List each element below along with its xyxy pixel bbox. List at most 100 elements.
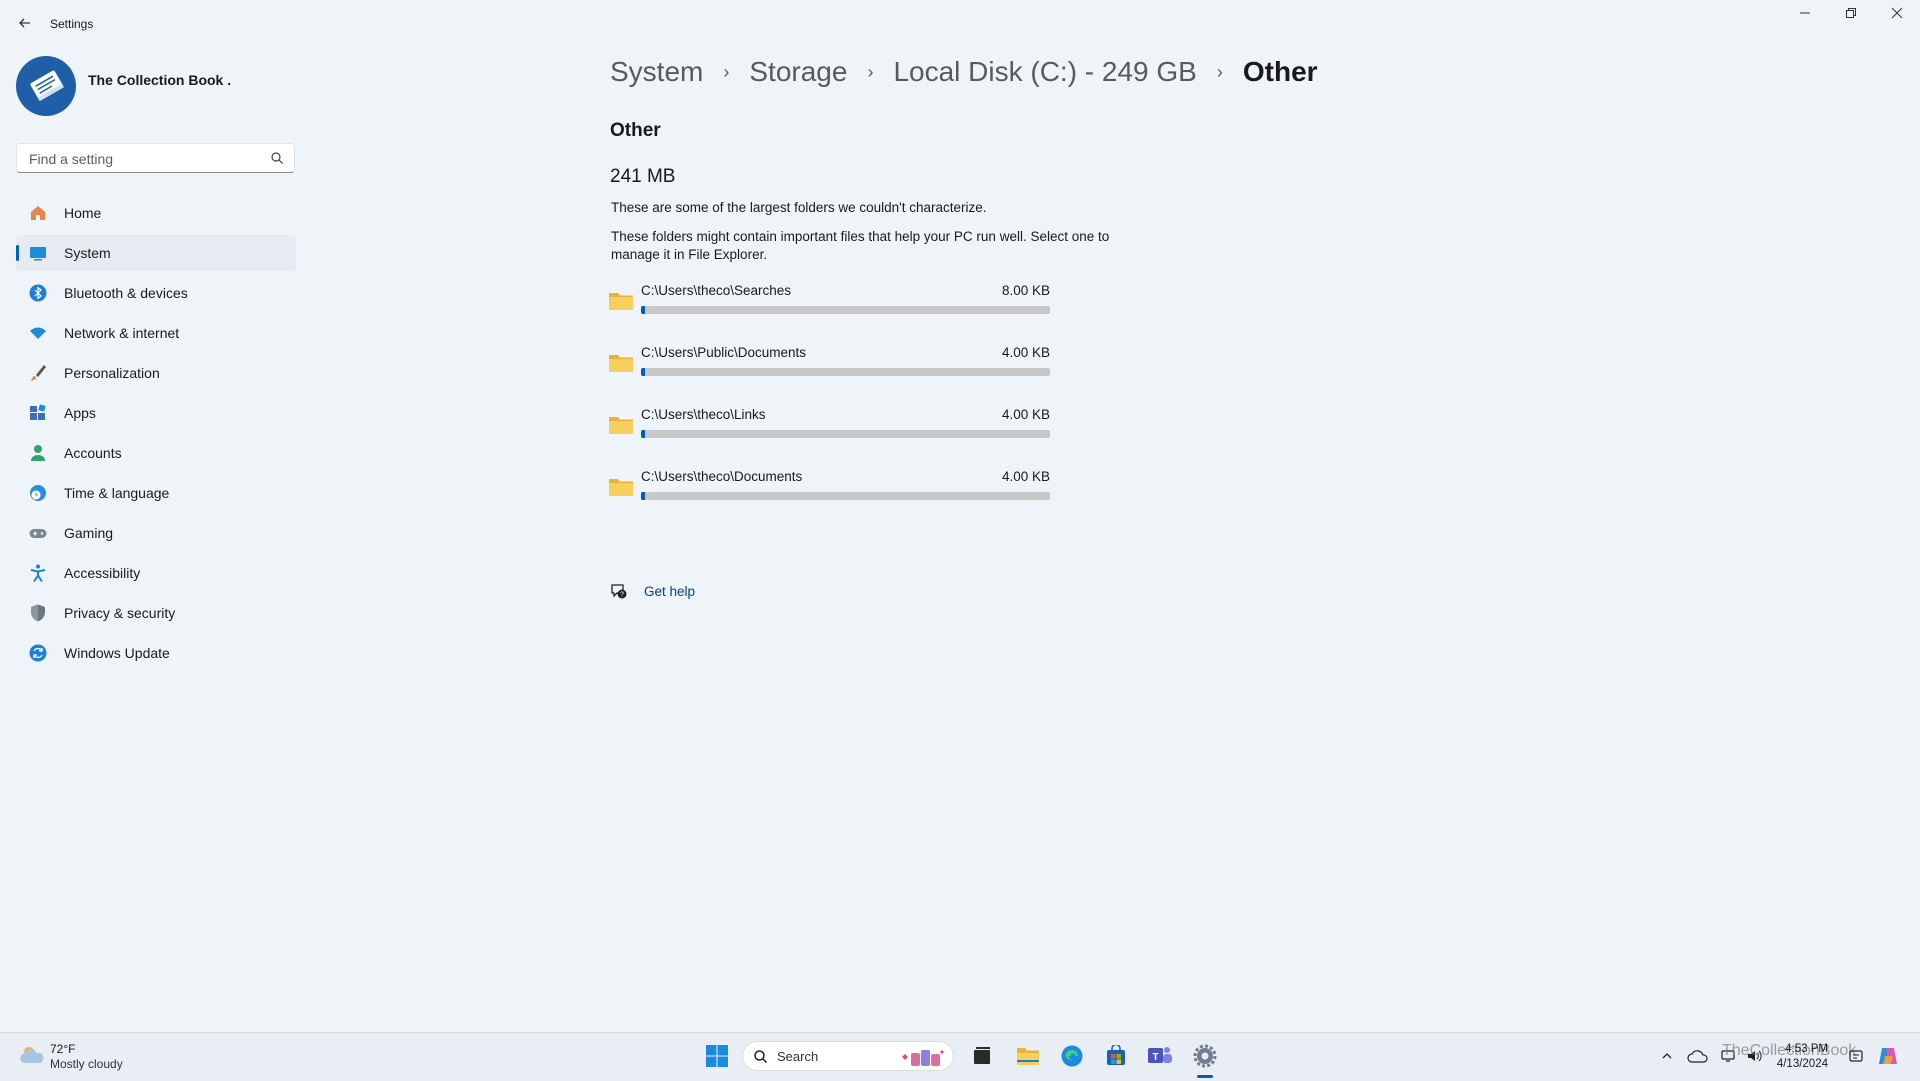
sidebar-item-label: Apps bbox=[64, 405, 96, 421]
sidebar-item-time-language[interactable]: Time & language bbox=[16, 475, 296, 511]
shield-icon bbox=[28, 603, 48, 623]
folder-path: C:\Users\theco\Searches bbox=[641, 283, 792, 298]
sidebar-item-apps[interactable]: Apps bbox=[16, 395, 296, 431]
brush-icon bbox=[28, 363, 48, 383]
sidebar-item-personalization[interactable]: Personalization bbox=[16, 355, 296, 391]
person-icon bbox=[28, 443, 48, 463]
breadcrumb: System › Storage › Local Disk (C:) - 249… bbox=[610, 56, 1318, 88]
system-icon bbox=[28, 243, 48, 263]
description-text: These folders might contain important fi… bbox=[611, 229, 1110, 262]
copilot-button[interactable] bbox=[1874, 1042, 1902, 1070]
taskbar-search[interactable]: Search bbox=[742, 1041, 954, 1071]
sidebar-item-accessibility[interactable]: Accessibility bbox=[16, 555, 296, 591]
usage-bar bbox=[641, 368, 1050, 376]
clock-date[interactable]: 4/13/2024 bbox=[1764, 1058, 1828, 1070]
folder-size: 4.00 KB bbox=[1001, 345, 1050, 360]
cloud-icon bbox=[1687, 1050, 1708, 1063]
search-highlight-icon bbox=[902, 1050, 944, 1066]
profile-name: The Collection Book . bbox=[88, 72, 232, 88]
sidebar-item-bluetooth[interactable]: Bluetooth & devices bbox=[16, 275, 296, 311]
folder-icon bbox=[1017, 1048, 1039, 1065]
book-logo-icon bbox=[30, 70, 64, 102]
folder-path: C:\Users\theco\Documents bbox=[641, 469, 803, 484]
settings-search-box[interactable] bbox=[16, 143, 295, 174]
restore-button[interactable] bbox=[1828, 6, 1874, 26]
minimize-button[interactable] bbox=[1782, 6, 1828, 26]
chevron-right-icon: › bbox=[867, 61, 874, 82]
task-view-button[interactable] bbox=[968, 1042, 996, 1070]
clock-time[interactable]: 4:53 PM bbox=[1778, 1043, 1828, 1055]
weather-temperature[interactable]: 72°F bbox=[50, 1042, 75, 1056]
sidebar-item-gaming[interactable]: Gaming bbox=[16, 515, 296, 551]
sidebar-item-label: Time & language bbox=[64, 485, 170, 501]
usage-bar bbox=[641, 430, 1050, 438]
get-help-link[interactable]: Get help bbox=[644, 584, 695, 599]
folder-row[interactable]: C:\Users\Public\Documents 4.00 KB bbox=[606, 338, 1050, 396]
microsoft-store-button[interactable] bbox=[1102, 1042, 1130, 1070]
copilot-icon bbox=[1879, 1048, 1897, 1064]
sidebar-item-label: Home bbox=[64, 205, 102, 221]
edge-button[interactable] bbox=[1058, 1042, 1086, 1070]
folder-icon bbox=[609, 355, 633, 372]
folder-size: 4.00 KB bbox=[1001, 407, 1050, 422]
avatar[interactable] bbox=[16, 56, 76, 116]
sidebar-item-label: Privacy & security bbox=[64, 605, 176, 621]
weather-cloudy-icon[interactable] bbox=[18, 1044, 46, 1066]
onedrive-button[interactable] bbox=[1684, 1042, 1712, 1070]
breadcrumb-storage[interactable]: Storage bbox=[749, 56, 847, 88]
close-icon bbox=[1891, 7, 1903, 19]
teams-icon: T bbox=[1148, 1047, 1172, 1063]
windows-logo-icon bbox=[706, 1045, 728, 1067]
sidebar-item-network[interactable]: Network & internet bbox=[16, 315, 296, 351]
globe-clock-icon bbox=[28, 483, 48, 503]
sidebar-item-accounts[interactable]: Accounts bbox=[16, 435, 296, 471]
folder-path: C:\Users\Public\Documents bbox=[641, 345, 807, 360]
task-view-icon bbox=[974, 1047, 990, 1064]
sidebar-item-label: Bluetooth & devices bbox=[64, 285, 188, 301]
folder-row[interactable]: C:\Users\theco\Documents 4.00 KB bbox=[606, 462, 1050, 520]
search-input[interactable] bbox=[27, 144, 261, 174]
breadcrumb-system[interactable]: System bbox=[610, 56, 703, 88]
sidebar-item-label: Network & internet bbox=[64, 325, 180, 341]
chevron-right-icon: › bbox=[1216, 61, 1223, 82]
gear-icon bbox=[1193, 1044, 1217, 1068]
bluetooth-icon bbox=[28, 283, 48, 303]
taskbar bbox=[0, 1032, 1920, 1081]
close-button[interactable] bbox=[1874, 6, 1920, 26]
back-button[interactable] bbox=[14, 12, 36, 34]
folder-size: 4.00 KB bbox=[1001, 469, 1050, 484]
sidebar-item-privacy[interactable]: Privacy & security bbox=[16, 595, 296, 631]
accessibility-icon bbox=[28, 563, 48, 583]
usage-bar-fill bbox=[641, 492, 646, 500]
show-hidden-icons-button[interactable] bbox=[1658, 1042, 1676, 1070]
sidebar-item-label: Accounts bbox=[64, 445, 122, 461]
section-title: Other bbox=[610, 120, 661, 141]
folder-row[interactable]: C:\Users\theco\Searches 8.00 KB bbox=[606, 276, 1050, 334]
home-icon bbox=[28, 203, 48, 223]
active-app-indicator bbox=[1197, 1075, 1213, 1078]
sidebar-item-system[interactable]: System bbox=[16, 235, 296, 271]
sidebar-item-home[interactable]: Home bbox=[16, 195, 296, 231]
window-title: Settings bbox=[50, 17, 94, 31]
folder-path: C:\Users\theco\Links bbox=[641, 407, 766, 422]
notifications-button[interactable] bbox=[1846, 1042, 1866, 1070]
breadcrumb-local-disk[interactable]: Local Disk (C:) - 249 GB bbox=[893, 56, 1196, 88]
settings-taskbar-button[interactable] bbox=[1191, 1042, 1219, 1070]
update-icon bbox=[28, 643, 48, 663]
sidebar-item-windows-update[interactable]: Windows Update bbox=[16, 635, 296, 671]
svg-text:?: ? bbox=[620, 592, 624, 599]
usage-bar bbox=[641, 306, 1050, 314]
weather-description[interactable]: Mostly cloudy bbox=[50, 1057, 123, 1071]
folder-icon bbox=[609, 479, 633, 496]
usage-bar-fill bbox=[641, 306, 646, 314]
chevron-up-icon bbox=[1662, 1053, 1672, 1059]
start-button[interactable] bbox=[703, 1042, 731, 1070]
breadcrumb-current: Other bbox=[1242, 56, 1318, 87]
sidebar-item-label: Gaming bbox=[64, 525, 114, 541]
search-icon bbox=[271, 152, 283, 164]
folder-row[interactable]: C:\Users\theco\Links 4.00 KB bbox=[606, 400, 1050, 458]
file-explorer-button[interactable] bbox=[1014, 1042, 1042, 1070]
restore-icon bbox=[1846, 8, 1856, 18]
apps-icon bbox=[28, 403, 48, 423]
teams-button[interactable]: T bbox=[1146, 1042, 1174, 1070]
